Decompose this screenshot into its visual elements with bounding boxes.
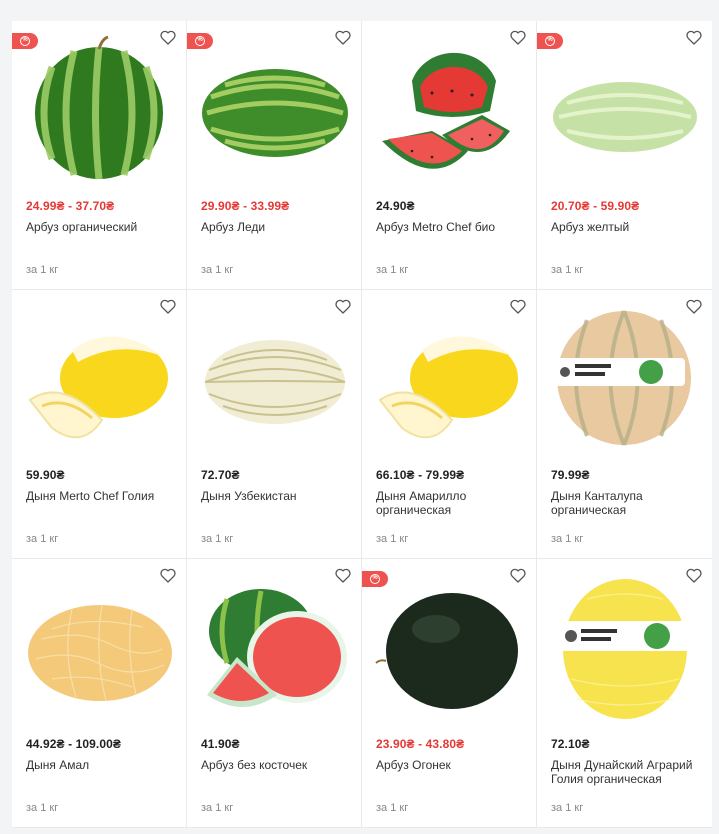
product-name[interactable]: Дыня Амал: [26, 758, 176, 772]
unit-label: за 1 кг: [201, 533, 234, 545]
product-card[interactable]: % 23.90₴ - 43.80₴ Арбуз Огонек за 1 кг: [362, 559, 537, 828]
unit-label: за 1 кг: [26, 802, 59, 814]
product-card[interactable]: 24.90₴ Арбуз Metro Chef био за 1 кг: [362, 21, 537, 290]
unit-label: за 1 кг: [376, 264, 409, 276]
product-card[interactable]: % 20.70₴ - 59.90₴ Арбуз желтый за 1 кг: [537, 21, 712, 290]
product-card[interactable]: % 24.99₴ - 37.70₴ Арбуз органический за 1 к…: [12, 21, 187, 290]
favorite-heart-icon[interactable]: [686, 299, 702, 314]
product-card[interactable]: 79.99₴ Дыня Канталупа органическая за 1 кг: [537, 290, 712, 559]
product-price: 79.99₴: [551, 468, 590, 482]
unit-label: за 1 кг: [26, 533, 59, 545]
unit-label: за 1 кг: [201, 802, 234, 814]
discount-badge-icon: %: [537, 33, 563, 49]
product-price: 72.70₴: [201, 468, 240, 482]
product-price: 41.90₴: [201, 737, 240, 751]
product-name[interactable]: Дыня Узбекистан: [201, 489, 351, 503]
product-name[interactable]: Арбуз Metro Chef био: [376, 220, 526, 234]
favorite-heart-icon[interactable]: [686, 568, 702, 583]
product-image[interactable]: [547, 300, 702, 455]
product-image[interactable]: [372, 300, 527, 455]
product-image[interactable]: [197, 31, 352, 186]
product-image[interactable]: [22, 569, 177, 724]
unit-label: за 1 кг: [551, 533, 584, 545]
product-name[interactable]: Арбуз органический: [26, 220, 176, 234]
favorite-heart-icon[interactable]: [686, 30, 702, 45]
unit-label: за 1 кг: [551, 264, 584, 276]
product-name[interactable]: Арбуз Огонек: [376, 758, 526, 772]
product-image[interactable]: [372, 569, 527, 724]
product-card[interactable]: 72.10₴ Дыня Дунайский Аграрий Голия орган…: [537, 559, 712, 828]
product-price: 44.92₴ - 109.00₴: [26, 737, 122, 751]
discount-badge-icon: %: [362, 571, 388, 587]
favorite-heart-icon[interactable]: [160, 30, 176, 45]
favorite-heart-icon[interactable]: [335, 299, 351, 314]
unit-label: за 1 кг: [201, 264, 234, 276]
favorite-heart-icon[interactable]: [160, 568, 176, 583]
favorite-heart-icon[interactable]: [510, 568, 526, 583]
product-image[interactable]: [22, 31, 177, 186]
discount-badge-icon: %: [12, 33, 38, 49]
product-name[interactable]: Дыня Амарилло органическая: [376, 489, 526, 517]
product-price: 66.10₴ - 79.99₴: [376, 468, 465, 482]
unit-label: за 1 кг: [551, 802, 584, 814]
product-price: 72.10₴: [551, 737, 590, 751]
product-name[interactable]: Арбуз Леди: [201, 220, 351, 234]
product-price: 59.90₴: [26, 468, 65, 482]
product-name[interactable]: Дыня Дунайский Аграрий Голия органическа…: [551, 758, 701, 786]
product-price: 24.99₴ - 37.70₴: [26, 199, 115, 213]
favorite-heart-icon[interactable]: [510, 30, 526, 45]
product-name[interactable]: Дыня Merto Chef Голия: [26, 489, 176, 503]
unit-label: за 1 кг: [376, 533, 409, 545]
product-card[interactable]: 41.90₴ Арбуз без косточек за 1 кг: [187, 559, 362, 828]
product-image[interactable]: [547, 31, 702, 186]
product-card[interactable]: 59.90₴ Дыня Merto Chef Голия за 1 кг: [12, 290, 187, 559]
product-price: 23.90₴ - 43.80₴: [376, 737, 465, 751]
product-image[interactable]: [22, 300, 177, 455]
product-card[interactable]: 44.92₴ - 109.00₴ Дыня Амал за 1 кг: [12, 559, 187, 828]
product-image[interactable]: [547, 569, 702, 724]
product-image[interactable]: [197, 569, 352, 724]
unit-label: за 1 кг: [26, 264, 59, 276]
favorite-heart-icon[interactable]: [160, 299, 176, 314]
product-image[interactable]: [372, 31, 527, 186]
product-grid: % 24.99₴ - 37.70₴ Арбуз органический за 1 к…: [12, 21, 712, 828]
favorite-heart-icon[interactable]: [335, 30, 351, 45]
product-price: 20.70₴ - 59.90₴: [551, 199, 640, 213]
product-name[interactable]: Дыня Канталупа органическая: [551, 489, 701, 517]
product-price: 29.90₴ - 33.99₴: [201, 199, 290, 213]
product-name[interactable]: Арбуз без косточек: [201, 758, 351, 772]
product-card[interactable]: % 29.90₴ - 33.99₴ Арбуз Леди за 1 кг: [187, 21, 362, 290]
product-name[interactable]: Арбуз желтый: [551, 220, 701, 234]
product-card[interactable]: 66.10₴ - 79.99₴ Дыня Амарилло органическа…: [362, 290, 537, 559]
discount-badge-icon: %: [187, 33, 213, 49]
product-card[interactable]: 72.70₴ Дыня Узбекистан за 1 кг: [187, 290, 362, 559]
favorite-heart-icon[interactable]: [510, 299, 526, 314]
product-image[interactable]: [197, 300, 352, 455]
product-price: 24.90₴: [376, 199, 415, 213]
unit-label: за 1 кг: [376, 802, 409, 814]
favorite-heart-icon[interactable]: [335, 568, 351, 583]
